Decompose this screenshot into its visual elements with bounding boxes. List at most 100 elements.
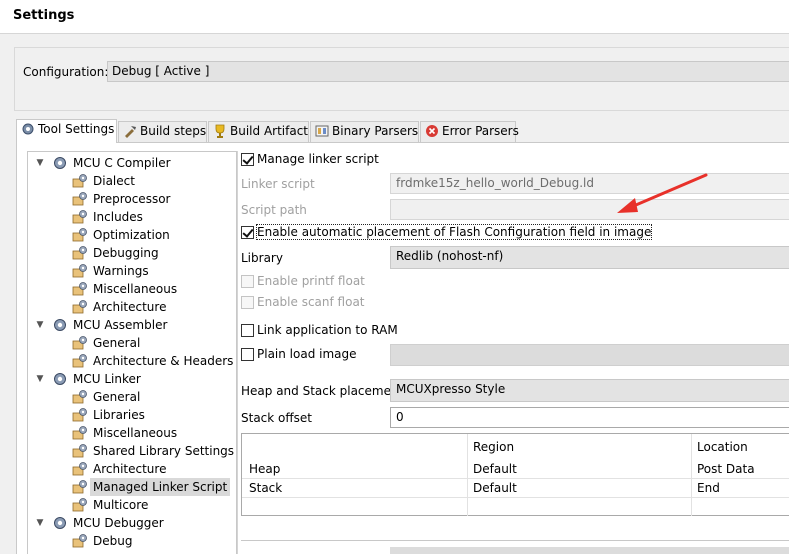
tree-item-label: General xyxy=(93,390,141,404)
tool-option-icon xyxy=(72,246,87,260)
tool-settings-tree[interactable]: ▼ MCU C Compiler Dialect Preprocessor Includ… xyxy=(27,151,237,554)
tool-option-icon xyxy=(72,192,87,206)
plain-load-image-field xyxy=(390,344,789,366)
configuration-group: Configuration: Debug [ Active ] xyxy=(14,47,789,111)
chevron-down-icon[interactable]: ▼ xyxy=(34,370,46,388)
bottom-field xyxy=(390,547,789,554)
tree-item-label: Optimization xyxy=(93,228,170,242)
tab-label: Build steps xyxy=(140,124,207,138)
error-icon xyxy=(426,125,438,137)
tree-item-label: Debugging xyxy=(93,246,159,260)
tab-tool-settings[interactable]: Tool Settings xyxy=(16,119,117,143)
tool-option-icon xyxy=(72,390,87,404)
chevron-down-icon[interactable]: ▼ xyxy=(34,316,46,334)
tree-item-label: Multicore xyxy=(93,498,149,512)
manage-linker-script-label: Manage linker script xyxy=(257,152,379,166)
table-cell[interactable]: Heap xyxy=(249,462,280,476)
table-cell[interactable]: Stack xyxy=(249,481,282,495)
stack-offset-input[interactable]: 0 xyxy=(390,407,789,428)
tree-item-label: Architecture xyxy=(93,462,167,476)
library-select[interactable]: Redlib (nohost-nf) xyxy=(390,246,789,269)
tree-item-label: Managed Linker Script xyxy=(90,478,231,496)
title-bar: Settings xyxy=(0,0,789,34)
heap-stack-placement-select[interactable]: MCUXpresso Style xyxy=(390,379,789,402)
tab-build-artifact[interactable]: Build Artifact xyxy=(208,121,309,142)
gear-icon xyxy=(54,319,66,331)
tree-item-label: Dialect xyxy=(93,174,135,188)
chevron-down-icon[interactable]: ▼ xyxy=(34,154,46,172)
tab-error-parsers[interactable]: Error Parsers xyxy=(420,121,519,142)
configuration-select[interactable]: Debug [ Active ] xyxy=(107,61,789,82)
tab-binary-parsers[interactable]: Binary Parsers xyxy=(310,121,419,142)
flash-config-checkbox[interactable] xyxy=(241,226,254,239)
tool-option-icon xyxy=(72,282,87,296)
script-path-field[interactable] xyxy=(390,199,789,220)
tab-label: Error Parsers xyxy=(442,124,519,138)
tool-option-icon xyxy=(72,444,87,458)
chevron-down-icon[interactable]: ▼ xyxy=(34,514,46,532)
table-header-location: Location xyxy=(697,440,748,454)
table-cell[interactable]: End xyxy=(697,481,720,495)
tree-item-label: Warnings xyxy=(93,264,149,278)
tool-option-icon xyxy=(72,210,87,224)
tree-item-label: Architecture & Headers xyxy=(93,354,234,368)
tool-option-icon xyxy=(72,480,87,494)
printf-float-label: Enable printf float xyxy=(257,274,365,288)
tree-item-label: Architecture xyxy=(93,300,167,314)
table-cell[interactable]: Post Data xyxy=(697,462,755,476)
heap-stack-placement-label: Heap and Stack placement xyxy=(241,384,404,398)
tree-item-label: Miscellaneous xyxy=(93,282,178,296)
annotation-arrow-icon xyxy=(617,173,708,213)
plain-load-image-checkbox[interactable] xyxy=(241,348,254,361)
tool-option-icon xyxy=(72,264,87,278)
tab-build-steps[interactable]: Build steps xyxy=(118,121,207,142)
tool-option-icon xyxy=(72,462,87,476)
tree-item-label: Preprocessor xyxy=(93,192,171,206)
link-to-ram-checkbox[interactable] xyxy=(241,324,254,337)
tool-option-icon xyxy=(72,336,87,350)
binary-parsers-icon xyxy=(315,125,329,137)
manage-linker-script-checkbox[interactable] xyxy=(241,153,254,166)
table-cell[interactable]: Default xyxy=(473,462,517,476)
tool-option-icon xyxy=(72,228,87,242)
gear-icon xyxy=(54,157,66,169)
gear-icon xyxy=(54,373,66,385)
printf-float-checkbox[interactable] xyxy=(241,275,254,288)
table-cell[interactable]: Default xyxy=(473,481,517,495)
heap-stack-table[interactable]: Region Location Heap Default Post Data S… xyxy=(241,433,789,516)
table-header-region: Region xyxy=(473,440,515,454)
script-path-label: Script path xyxy=(241,203,307,217)
tool-settings-icon xyxy=(22,123,34,135)
linker-script-field[interactable]: frdmke15z_hello_world_Debug.ld xyxy=(390,173,789,194)
linker-script-label: Linker script xyxy=(241,177,315,191)
tree-item-label: General xyxy=(93,336,141,350)
pane-divider[interactable] xyxy=(237,151,238,554)
configuration-label: Configuration: xyxy=(23,65,109,79)
tool-option-icon xyxy=(72,174,87,188)
plain-load-image-label: Plain load image xyxy=(257,347,357,361)
tree-item-label: MCU Debugger xyxy=(73,516,164,530)
scanf-float-checkbox[interactable] xyxy=(241,296,254,309)
tool-option-icon xyxy=(72,426,87,440)
tree-item-label: Debug xyxy=(93,534,133,548)
tree-item-label: Miscellaneous xyxy=(93,426,178,440)
scanf-float-label: Enable scanf float xyxy=(257,295,365,309)
tab-label: Build Artifact xyxy=(230,124,308,138)
tree-item-label: MCU Assembler xyxy=(73,318,168,332)
build-steps-icon xyxy=(125,126,136,138)
tool-option-icon xyxy=(72,498,87,512)
link-to-ram-label: Link application to RAM xyxy=(257,323,398,337)
flash-config-label: Enable automatic placement of Flash Conf… xyxy=(255,224,653,240)
tree-item-label: Libraries xyxy=(93,408,145,422)
stack-offset-label: Stack offset xyxy=(241,411,312,425)
tree-item-label: MCU Linker xyxy=(73,372,141,386)
tool-option-icon xyxy=(72,354,87,368)
tab-label: Tool Settings xyxy=(38,122,115,136)
trophy-icon xyxy=(215,124,225,138)
gear-icon xyxy=(54,517,66,529)
tool-option-icon xyxy=(72,408,87,422)
separator xyxy=(241,540,789,541)
window-title: Settings xyxy=(13,8,75,23)
tree-item-label: MCU C Compiler xyxy=(73,156,171,170)
tree-item-label: Shared Library Settings xyxy=(93,444,235,458)
